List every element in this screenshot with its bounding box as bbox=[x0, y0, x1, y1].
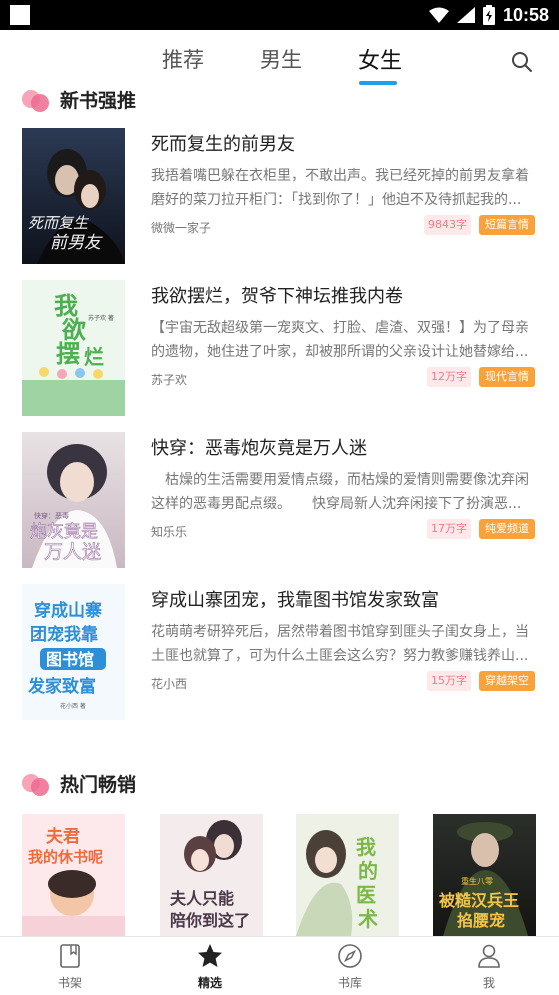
book-cover[interactable]: 穿成山寨 团宠我靠 图书馆 发家致富 花小西 著 bbox=[22, 584, 125, 720]
svg-text:我的休书呢: 我的休书呢 bbox=[28, 848, 103, 866]
svg-text:快穿：恶毒: 快穿：恶毒 bbox=[34, 511, 69, 520]
svg-text:被糙汉兵王: 被糙汉兵王 bbox=[439, 891, 519, 910]
svg-text:夫人只能: 夫人只能 bbox=[170, 889, 234, 908]
status-bar: 10:58 bbox=[0, 0, 559, 30]
status-time: 10:58 bbox=[502, 4, 549, 25]
nav-bookshelf[interactable]: 书架 bbox=[30, 937, 110, 995]
section-header-hot: 热门畅销 bbox=[22, 768, 136, 798]
book-description: 花萌萌考研猝死后，居然带着图书馆穿到匪头子闺女身上，当土匪也就算了，可为什么土匪… bbox=[151, 624, 529, 664]
section-title: 新书强推 bbox=[60, 89, 137, 112]
hot-books-row: 夫君 我的休书呢 夫人只能 陪你到这了 我 的 医 术 重生八零 被糙汉兵王 掐… bbox=[22, 814, 537, 936]
section-header-new-books: 新书强推 bbox=[22, 84, 136, 114]
book-info: 快穿：恶毒炮灰竟是万人迷 枯燥的生活需要用爱情点缀，而枯燥的爱情则需要像沈弃闲这… bbox=[151, 432, 537, 568]
book-info: 死而复生的前男友 我捂着嘴巴躲在衣柜里，不敢出声。我已经死掉的前男友拿着磨好的菜… bbox=[151, 128, 537, 264]
book-author: 知乐乐 bbox=[151, 525, 188, 539]
tab-male[interactable]: 男生 bbox=[260, 44, 302, 74]
book-cover[interactable]: 死而复生 前男友 bbox=[22, 128, 125, 264]
section-dots-icon bbox=[22, 772, 50, 796]
svg-text:炮灰竟是: 炮灰竟是 bbox=[30, 522, 98, 542]
book-description: 枯燥的生活需要用爱情点缀，而枯燥的爱情则需要像沈弃闲这样的恶毒男配点缀。 快穿局… bbox=[151, 472, 529, 512]
book-title[interactable]: 快穿：恶毒炮灰竟是万人迷 bbox=[151, 434, 367, 460]
svg-text:苏子欢 著: 苏子欢 著 bbox=[88, 314, 114, 322]
search-button[interactable] bbox=[510, 50, 534, 74]
nav-label: 我 bbox=[482, 976, 495, 990]
tab-recommend[interactable]: 推荐 bbox=[162, 44, 204, 74]
wifi-icon bbox=[428, 7, 449, 23]
compass-icon bbox=[338, 944, 362, 968]
nav-label: 精选 bbox=[197, 976, 222, 990]
book-title[interactable]: 穿成山寨团宠，我靠图书馆发家致富 bbox=[151, 586, 439, 612]
star-icon bbox=[198, 944, 222, 967]
book-author: 苏子欢 bbox=[151, 373, 188, 387]
book-cover[interactable]: 我 欲 摆 烂 苏子欢 著 bbox=[22, 280, 125, 416]
book-item[interactable]: 炮灰竟是 万人迷 快穿：恶毒 快穿：恶毒炮灰竟是万人迷 枯燥的生活需要用爱情点缀… bbox=[22, 432, 537, 568]
word-count-badge: 12万字 bbox=[427, 367, 471, 387]
book-tags: 12万字 现代言情 bbox=[427, 367, 535, 387]
battery-icon bbox=[482, 5, 495, 25]
book-author: 花小西 bbox=[151, 677, 188, 691]
svg-text:穿成山寨: 穿成山寨 bbox=[34, 600, 102, 621]
hot-book-cover[interactable]: 夫人只能 陪你到这了 bbox=[160, 814, 263, 936]
svg-text:花小西 著: 花小西 著 bbox=[60, 702, 86, 710]
status-right: 10:58 bbox=[428, 0, 549, 30]
section-dots-icon bbox=[22, 88, 50, 112]
word-count-badge: 9843字 bbox=[424, 215, 471, 235]
book-tags: 17万字 纯爱频道 bbox=[427, 519, 535, 539]
tab-female[interactable]: 女生 bbox=[358, 43, 402, 75]
svg-text:发家致富: 发家致富 bbox=[27, 676, 96, 697]
notification-icon bbox=[10, 5, 30, 25]
bookshelf-icon bbox=[60, 944, 80, 968]
nav-featured[interactable]: 精选 bbox=[170, 937, 250, 995]
svg-text:死而复生: 死而复生 bbox=[28, 214, 89, 232]
word-count-badge: 17万字 bbox=[427, 519, 471, 539]
svg-text:陪你到这了: 陪你到这了 bbox=[170, 911, 250, 930]
svg-text:烂: 烂 bbox=[84, 345, 104, 369]
book-description: 【宇宙无敌超级第一宠爽文、打脸、虐渣、双强！】为了母亲的遗物，她住进了叶家，却被… bbox=[151, 320, 529, 360]
svg-text:前男友: 前男友 bbox=[50, 233, 103, 253]
tab-indicator bbox=[359, 81, 397, 85]
svg-text:术: 术 bbox=[358, 907, 378, 931]
genre-badge: 纯爱频道 bbox=[479, 519, 535, 539]
word-count-badge: 15万字 bbox=[427, 671, 471, 691]
search-icon bbox=[512, 52, 532, 72]
top-tabs: 推荐 男生 女生 bbox=[0, 30, 559, 90]
hot-book-cover[interactable]: 夫君 我的休书呢 bbox=[22, 814, 125, 936]
svg-text:掐腰宠: 掐腰宠 bbox=[457, 911, 505, 930]
book-cover[interactable]: 炮灰竟是 万人迷 快穿：恶毒 bbox=[22, 432, 125, 568]
svg-text:夫君: 夫君 bbox=[46, 826, 80, 847]
book-title[interactable]: 死而复生的前男友 bbox=[151, 130, 295, 156]
svg-text:的: 的 bbox=[358, 859, 378, 883]
user-icon bbox=[478, 944, 500, 968]
svg-text:团宠我靠: 团宠我靠 bbox=[30, 624, 98, 645]
book-item[interactable]: 死而复生 前男友 死而复生的前男友 我捂着嘴巴躲在衣柜里，不敢出声。我已经死掉的… bbox=[22, 128, 537, 264]
hot-book-cover[interactable]: 我 的 医 术 bbox=[296, 814, 399, 936]
book-item[interactable]: 我 欲 摆 烂 苏子欢 著 我欲摆烂，贺爷下神坛推我内卷 【宇宙无敌超级第一宠爽… bbox=[22, 280, 537, 416]
svg-text:重生八零: 重生八零 bbox=[461, 876, 493, 886]
svg-text:图书馆: 图书馆 bbox=[46, 650, 94, 669]
book-info: 穿成山寨团宠，我靠图书馆发家致富 花萌萌考研猝死后，居然带着图书馆穿到匪头子闺女… bbox=[151, 584, 537, 720]
section-title: 热门畅销 bbox=[60, 773, 137, 796]
nav-library[interactable]: 书库 bbox=[310, 937, 390, 995]
book-description: 我捂着嘴巴躲在衣柜里，不敢出声。我已经死掉的前男友拿着磨好的菜刀拉开柜门：「找到… bbox=[151, 168, 529, 208]
genre-badge: 穿越架空 bbox=[479, 671, 535, 691]
book-item[interactable]: 穿成山寨 团宠我靠 图书馆 发家致富 花小西 著 穿成山寨团宠，我靠图书馆发家致… bbox=[22, 584, 537, 720]
svg-text:医: 医 bbox=[356, 883, 376, 907]
book-tags: 9843字 短篇言情 bbox=[424, 215, 535, 235]
signal-icon bbox=[456, 7, 475, 23]
book-author: 微微一家子 bbox=[151, 221, 212, 235]
book-info: 我欲摆烂，贺爷下神坛推我内卷 【宇宙无敌超级第一宠爽文、打脸、虐渣、双强！】为了… bbox=[151, 280, 537, 416]
book-tags: 15万字 穿越架空 bbox=[427, 671, 535, 691]
nav-label: 书库 bbox=[337, 976, 362, 990]
bottom-nav: 书架 精选 书库 我 bbox=[0, 936, 559, 995]
hot-book-cover[interactable]: 重生八零 被糙汉兵王 掐腰宠 bbox=[433, 814, 536, 936]
book-title[interactable]: 我欲摆烂，贺爷下神坛推我内卷 bbox=[151, 282, 403, 308]
svg-text:我: 我 bbox=[356, 835, 376, 859]
genre-badge: 现代言情 bbox=[479, 367, 535, 387]
genre-badge: 短篇言情 bbox=[479, 215, 535, 235]
svg-text:万人迷: 万人迷 bbox=[44, 541, 101, 563]
nav-me[interactable]: 我 bbox=[449, 937, 529, 995]
nav-label: 书架 bbox=[57, 976, 82, 990]
svg-text:摆: 摆 bbox=[56, 339, 80, 368]
